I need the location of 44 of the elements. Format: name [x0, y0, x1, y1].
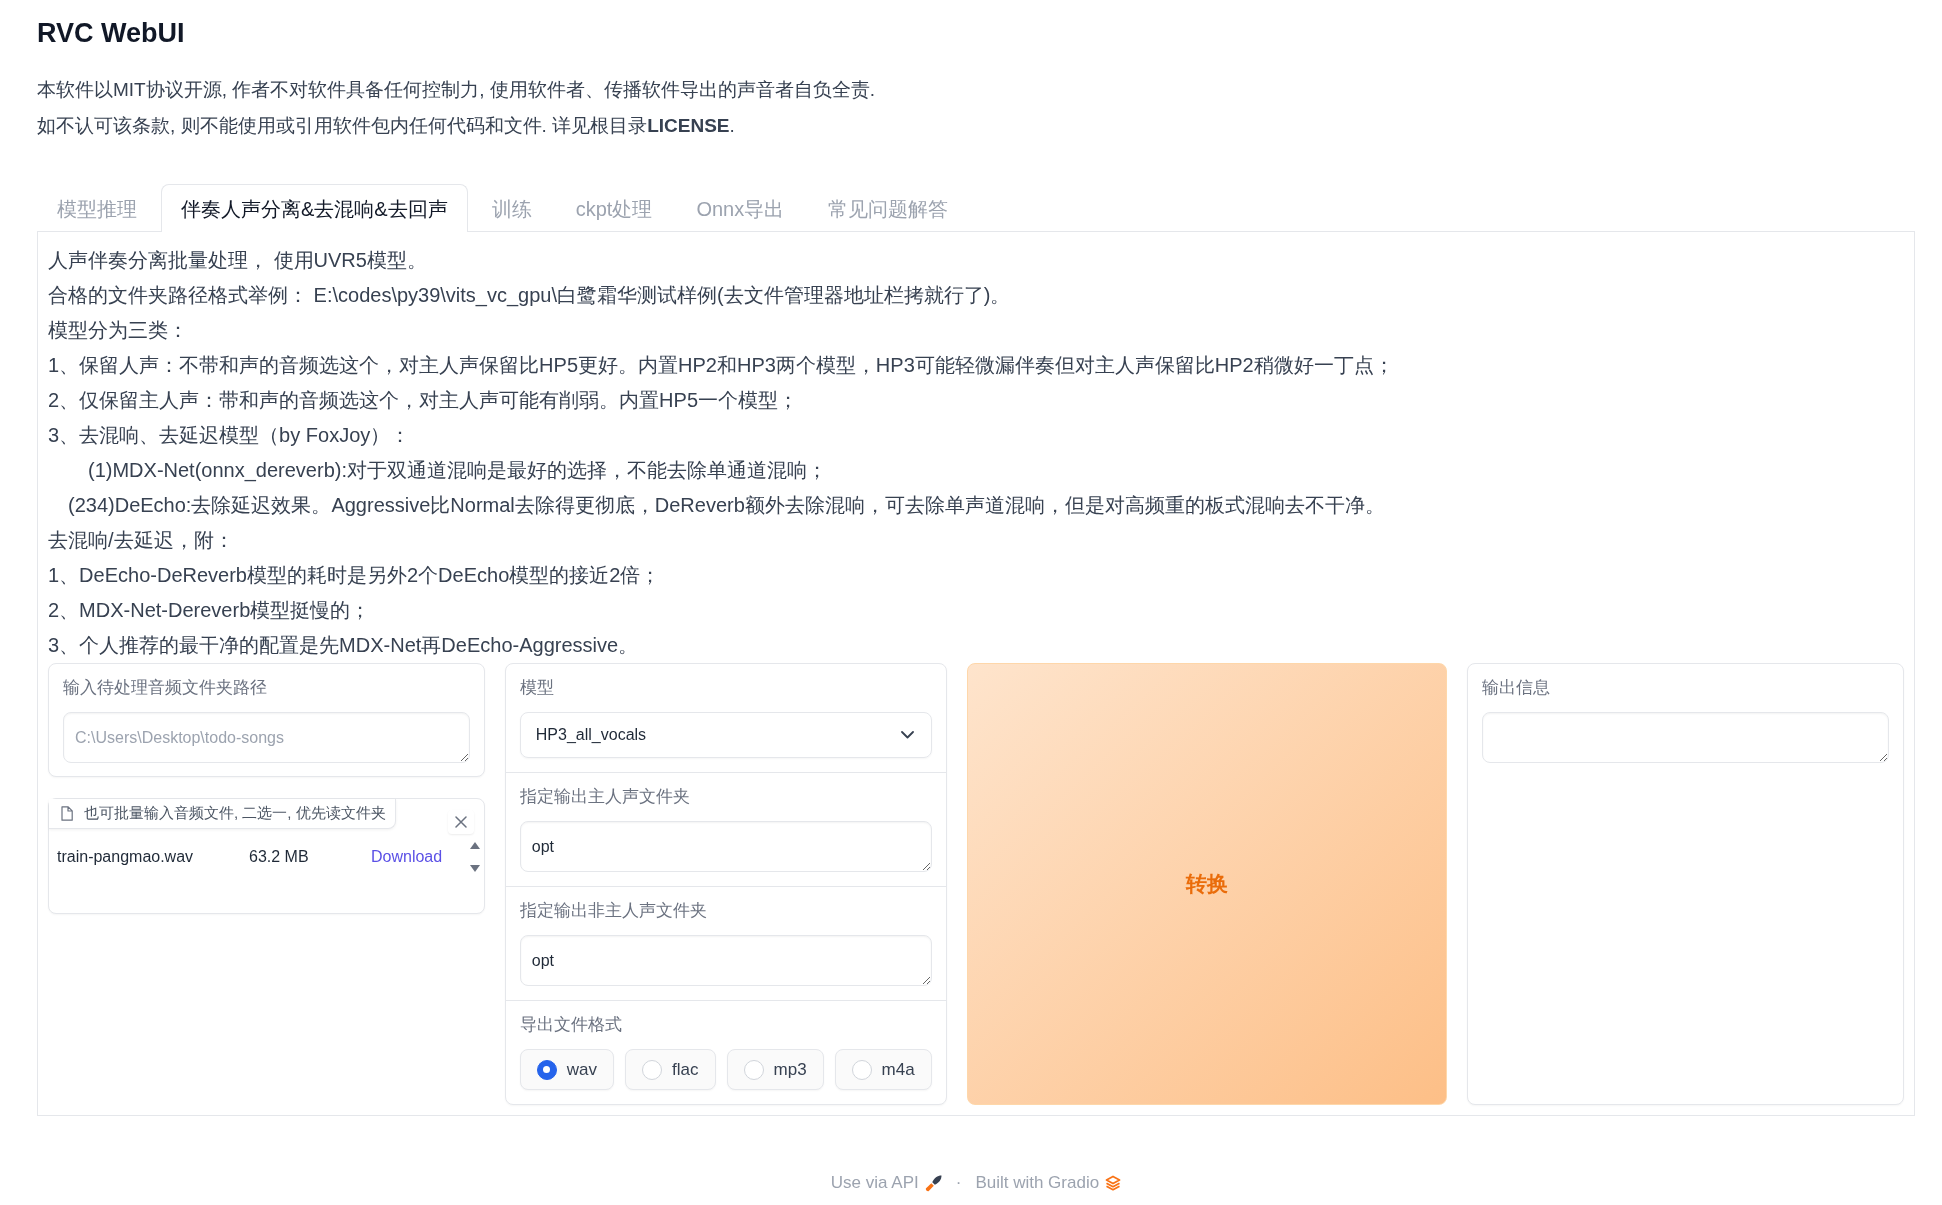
file-name: train-pangmao.wav [57, 848, 194, 866]
download-link[interactable]: Download [371, 848, 443, 866]
instrumental-folder-input[interactable]: opt [519, 935, 932, 986]
field-label: 输出信息 [1482, 677, 1551, 699]
instruction-text: 2、仅保留主人声：带和声的音频选这个，对主人声可能有削弱。内置HP5一个模型； [48, 388, 799, 413]
instruction-text: 1、DeEcho-DeReverb模型的耗时是另外2个DeEcho模型的接近2倍； [48, 563, 661, 588]
scroll-down-icon[interactable] [469, 865, 480, 872]
rocket-icon [924, 1174, 942, 1192]
file-size: 63.2 MB [249, 848, 309, 866]
field-label: 指定输出主人声文件夹 [519, 786, 690, 808]
instruction-text: 合格的文件夹路径格式举例： E:\codes\py39\vits_vc_gpu\白鹭霜华测试样例(去文件管理器地址栏拷就行了)。 [48, 283, 1011, 309]
app-title: RVC WebUI [37, 17, 185, 50]
stacked-layers-icon [1105, 1175, 1122, 1191]
file-icon [61, 806, 73, 821]
intro-text: 如不认可该条款, 则不能使用或引用软件包内任何代码和文件. 详见根目录LICENSE. [37, 114, 735, 138]
intro-text: 本软件以MIT协议开源, 作者不对软件具备任何控制力, 使用软件者、传播软件导出的声音者自负全责. [37, 78, 876, 102]
field-label: 输入待处理音频文件夹路径 [63, 677, 267, 699]
scroll-up-icon[interactable] [469, 842, 480, 849]
instruction-text: 2、MDX-Net-Dereverb模型挺慢的； [48, 598, 371, 623]
instruction-text: 去混响/去延迟，附： [48, 528, 234, 553]
instruction-text: 3、个人推荐的最干净的配置是先MDX-Net再DeEcho-Aggressive。 [48, 633, 639, 658]
field-label: 模型 [519, 677, 554, 699]
footer-separator: · [955, 1172, 962, 1194]
instruction-text: 模型分为三类： [48, 318, 188, 343]
close-icon [454, 816, 467, 828]
instruction-text: (1)MDX-Net(onnx_dereverb):对于双通道混响是最好的选择，不能去除单通道混响； [88, 458, 827, 484]
field-label: 指定输出非主人声文件夹 [519, 900, 707, 922]
instruction-text: 1、保留人声：不带和声的音频选这个，对主人声保留比HP5更好。内置HP2和HP3两个模型，HP3可能轻微漏伴奏但对主人声保留比HP2稍微好一丁点； [48, 353, 1394, 378]
instruction-text: 人声伴奏分离批量处理， 使用UVR5模型。 [48, 248, 427, 273]
tab[interactable]: 伴奏人声分离&去混响&去回声 [161, 184, 468, 232]
chevron-down-icon [900, 731, 914, 739]
output-info-field[interactable] [1482, 712, 1889, 763]
instruction-text: 3、去混响、去延迟模型（by FoxJoy）： [48, 423, 411, 448]
instruction-text: (234)DeEcho:去除延迟效果。Aggressive比Normal去除得更彻底，DeReverb额外去除混响，可去除单声道混响，但是对高频重的板式混响去不干净。 [68, 493, 1385, 518]
field-label: 导出文件格式 [519, 1014, 622, 1036]
radio-option[interactable]: wav [519, 1049, 615, 1090]
radio-option[interactable]: flac [625, 1049, 716, 1090]
model-dropdown[interactable]: HP3_all_vocals [519, 712, 932, 758]
upload-label-text: 也可批量输入音频文件, 二选一, 优先读文件夹 [84, 804, 386, 823]
clear-button[interactable] [447, 810, 474, 834]
radio-option[interactable]: mp3 [726, 1049, 824, 1090]
radio-option[interactable]: m4a [834, 1049, 932, 1090]
vocals-folder-input[interactable]: opt [519, 821, 932, 872]
folder-path-input[interactable]: C:\Users\Desktop\todo-songs [63, 712, 470, 763]
